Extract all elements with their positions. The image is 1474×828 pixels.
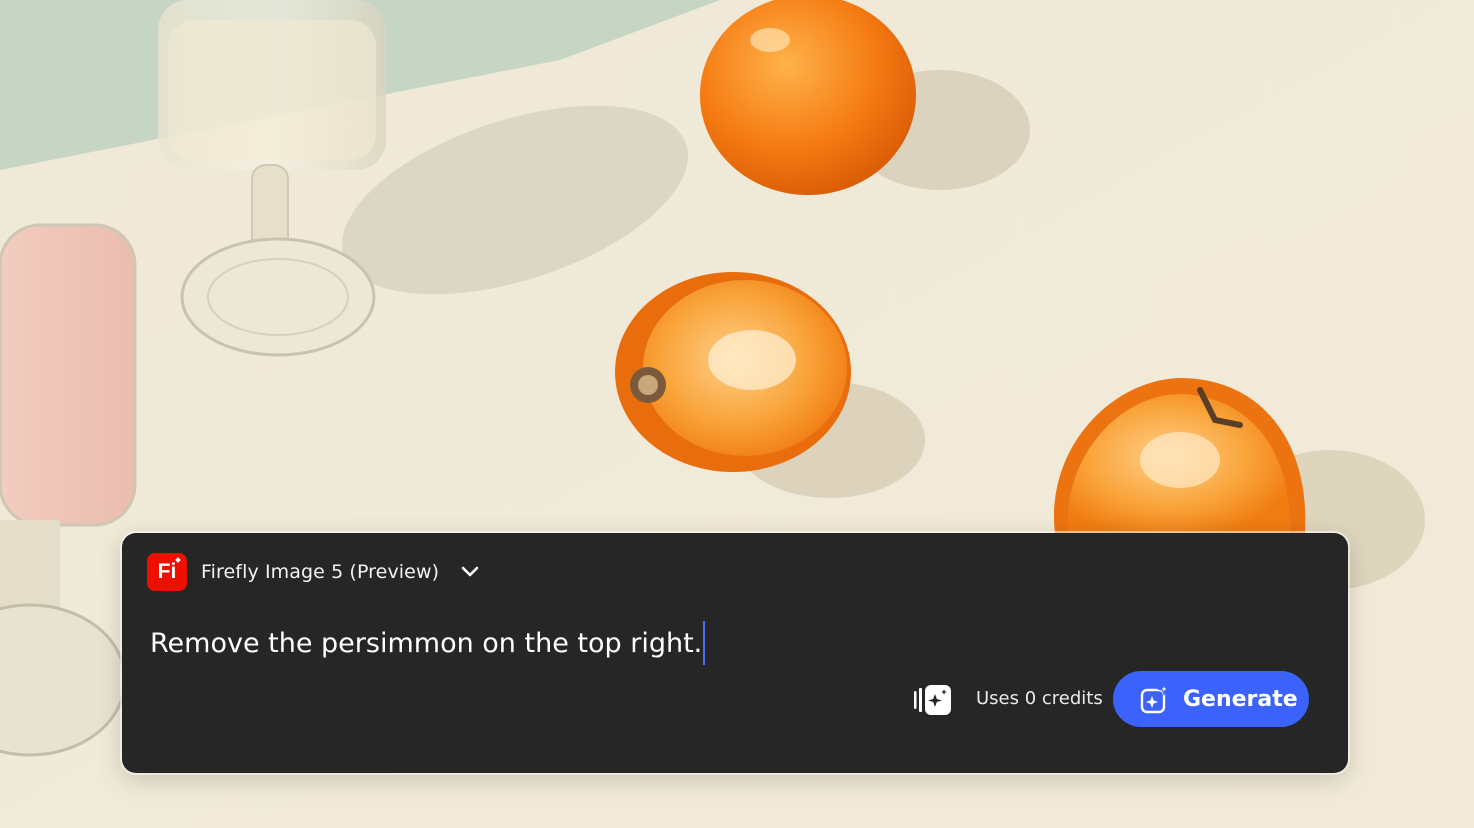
firefly-logo-text: Fi (157, 560, 177, 583)
credits-sparkle-icon (914, 685, 951, 715)
generate-sparkle-icon (1140, 683, 1171, 714)
prompt-panel: Fi Firefly Image 5 (Preview) Remove the … (122, 533, 1348, 773)
prompt-input[interactable]: Remove the persimmon on the top right. (150, 621, 706, 665)
model-selector[interactable]: Fi Firefly Image 5 (Preview) (147, 553, 439, 591)
generate-label: Generate (1183, 686, 1298, 712)
text-caret (703, 621, 706, 665)
model-name: Firefly Image 5 (Preview) (201, 561, 440, 583)
chevron-down-icon[interactable] (458, 559, 482, 583)
firefly-logo: Fi (147, 553, 187, 591)
generate-button[interactable]: Generate (1113, 671, 1309, 727)
credits-label: Uses 0 credits (976, 688, 1103, 709)
prompt-text: Remove the persimmon on the top right. (150, 627, 703, 659)
